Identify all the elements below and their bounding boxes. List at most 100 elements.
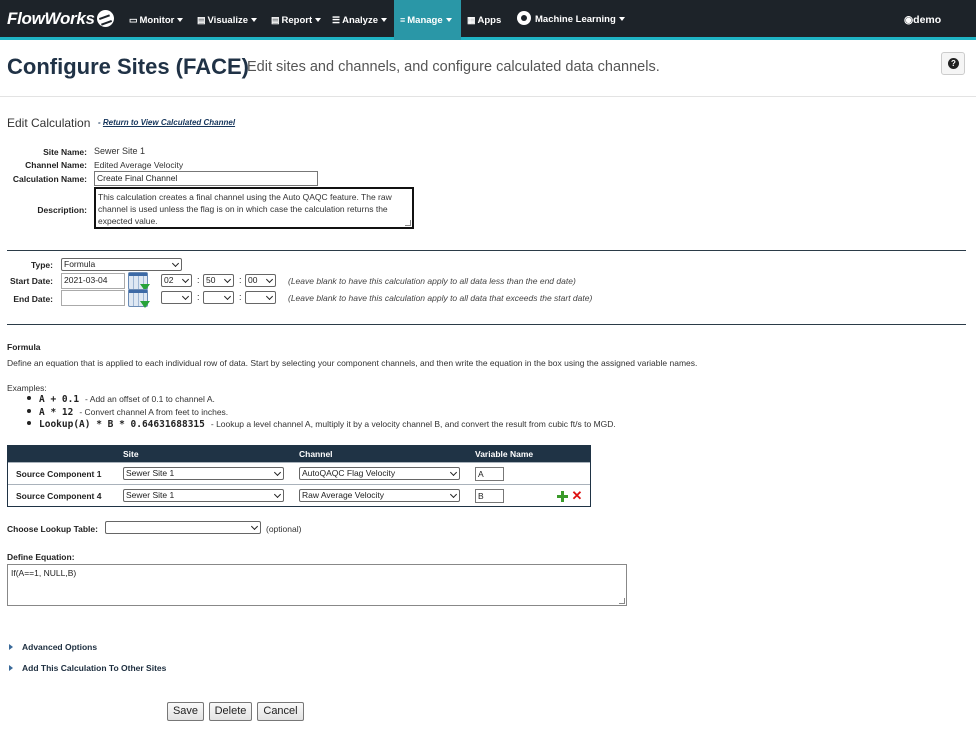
nav-report[interactable]: ▤ Report xyxy=(271,0,322,40)
nav-monitor-label: Monitor xyxy=(139,15,175,26)
site-select[interactable]: Sewer Site 1 xyxy=(123,489,284,502)
bar-chart-icon: ▤ xyxy=(197,15,206,25)
equation-textarea[interactable]: If(A==1, NULL,B) xyxy=(7,564,627,606)
channel-name-label: Channel Name: xyxy=(25,160,87,170)
nav-monitor[interactable]: ▭ Monitor xyxy=(129,0,184,40)
ml-icon xyxy=(517,11,531,25)
site-select-value: Sewer Site 1 xyxy=(126,468,175,478)
nav-manage-label: Manage xyxy=(407,15,443,26)
bullet-icon xyxy=(27,409,31,413)
flowworks-logo[interactable]: FlowWorks xyxy=(7,9,114,29)
example-item: A * 12 - Convert channel A from feet to i… xyxy=(27,407,228,418)
colon-separator: : xyxy=(239,275,242,285)
question-icon: ? xyxy=(948,58,959,69)
logo-ball-icon xyxy=(96,10,114,27)
start-hour-select[interactable]: 02 xyxy=(161,274,192,287)
calc-name-input[interactable]: Create Final Channel xyxy=(94,171,318,186)
nav-manage[interactable]: ≡ Manage xyxy=(394,0,461,40)
header-divider xyxy=(0,96,976,97)
add-to-other-sites-toggle[interactable]: Add This Calculation To Other Sites xyxy=(9,663,166,673)
colon-separator: : xyxy=(239,292,242,302)
start-second-value: 00 xyxy=(248,275,258,285)
nav-apps-label: Apps xyxy=(477,15,502,26)
nav-machine-learning[interactable]: Machine Learning xyxy=(517,0,625,40)
end-hour-select[interactable] xyxy=(161,291,192,304)
cancel-button[interactable]: Cancel xyxy=(257,702,304,721)
examples-label: Examples: xyxy=(7,383,47,393)
chevron-down-icon xyxy=(273,468,282,477)
lookup-table-select[interactable] xyxy=(105,521,261,534)
nav-apps[interactable]: ▦ Apps xyxy=(467,0,501,40)
remove-component-icon[interactable]: ✕ xyxy=(571,489,583,502)
description-label: Description: xyxy=(37,205,87,215)
nav-analyze[interactable]: ☰ Analyze xyxy=(332,0,387,40)
return-link-wrap: - Return to View Calculated Channel xyxy=(98,118,235,127)
col-site: Site xyxy=(123,449,139,459)
return-to-view-link[interactable]: Return to View Calculated Channel xyxy=(103,118,235,127)
bullet-icon xyxy=(27,396,31,400)
lookup-table-label: Choose Lookup Table: xyxy=(7,524,98,534)
report-icon: ▤ xyxy=(271,15,280,25)
chevron-down-icon xyxy=(315,18,322,22)
site-name-label: Site Name: xyxy=(43,147,87,157)
advanced-options-label: Advanced Options xyxy=(22,642,98,652)
channel-name-value: Edited Average Velocity xyxy=(94,160,184,170)
type-label: Type: xyxy=(30,260,53,270)
page-subtitle: Edit sites and channels, and configure c… xyxy=(247,59,660,75)
site-name-value: Sewer Site 1 xyxy=(94,146,146,156)
advanced-options-toggle[interactable]: Advanced Options xyxy=(9,642,97,652)
page-title: Configure Sites (FACE) xyxy=(7,54,250,79)
type-select[interactable]: Formula xyxy=(61,258,182,271)
start-calendar-icon[interactable] xyxy=(128,272,150,291)
example-code: A + 0.1 xyxy=(39,394,80,405)
help-button[interactable]: ? xyxy=(941,52,965,75)
formula-heading: Formula xyxy=(7,342,41,352)
site-select-value: Sewer Site 1 xyxy=(126,490,175,500)
start-second-select[interactable]: 00 xyxy=(245,274,276,287)
sliders-icon: ≡ xyxy=(400,15,406,25)
end-calendar-icon[interactable] xyxy=(128,289,150,308)
chevron-down-icon xyxy=(250,522,259,531)
delete-button[interactable]: Delete xyxy=(209,702,252,721)
start-minute-select[interactable]: 50 xyxy=(203,274,234,287)
list-icon: ☰ xyxy=(332,15,341,25)
channel-select[interactable]: Raw Average Velocity xyxy=(299,489,460,502)
section-divider-1 xyxy=(7,250,966,251)
nav-analyze-label: Analyze xyxy=(342,15,378,26)
resize-handle-icon[interactable] xyxy=(405,220,411,226)
variable-name-input[interactable]: A xyxy=(475,467,504,481)
example-desc: - Lookup a level channel A, multiply it … xyxy=(210,419,616,429)
chevron-down-icon xyxy=(449,490,458,499)
user-menu[interactable]: ◉demo xyxy=(904,0,941,40)
end-minute-select[interactable] xyxy=(203,291,234,304)
colon-separator: : xyxy=(197,292,200,302)
resize-handle-icon[interactable] xyxy=(619,598,625,604)
start-date-input[interactable]: 2021-03-04 xyxy=(61,273,125,289)
channel-select[interactable]: AutoQAQC Flag Velocity xyxy=(299,467,460,480)
description-text: This calculation creates a final channel… xyxy=(98,192,392,226)
user-icon: ◉ xyxy=(904,14,914,26)
end-date-hint: (Leave blank to have this calculation ap… xyxy=(288,293,593,303)
start-date-label: Start Date: xyxy=(10,276,53,286)
description-textarea[interactable]: This calculation creates a final channel… xyxy=(94,187,414,229)
add-to-other-sites-label: Add This Calculation To Other Sites xyxy=(22,663,167,673)
example-code: Lookup(A) * B * 0.64631688315 xyxy=(39,419,205,430)
add-component-icon[interactable] xyxy=(557,491,568,502)
row-label: Source Component 4 xyxy=(16,491,102,501)
end-second-select[interactable] xyxy=(245,291,276,304)
chevron-down-icon xyxy=(223,275,232,284)
logo-text[interactable]: FlowWorks xyxy=(7,9,95,28)
expand-triangle-icon xyxy=(9,665,13,671)
col-channel: Channel xyxy=(299,449,333,459)
save-button[interactable]: Save xyxy=(167,702,204,721)
chevron-down-icon xyxy=(181,292,190,301)
variable-name-input[interactable]: B xyxy=(475,489,504,503)
expand-triangle-icon xyxy=(9,644,13,650)
nav-visualize[interactable]: ▤ Visualize xyxy=(197,0,258,40)
site-select[interactable]: Sewer Site 1 xyxy=(123,467,284,480)
define-equation-label: Define Equation: xyxy=(7,552,75,562)
colon-separator: : xyxy=(197,275,200,285)
chevron-down-icon xyxy=(618,17,625,21)
end-date-input[interactable] xyxy=(61,290,125,306)
chevron-down-icon xyxy=(223,292,232,301)
